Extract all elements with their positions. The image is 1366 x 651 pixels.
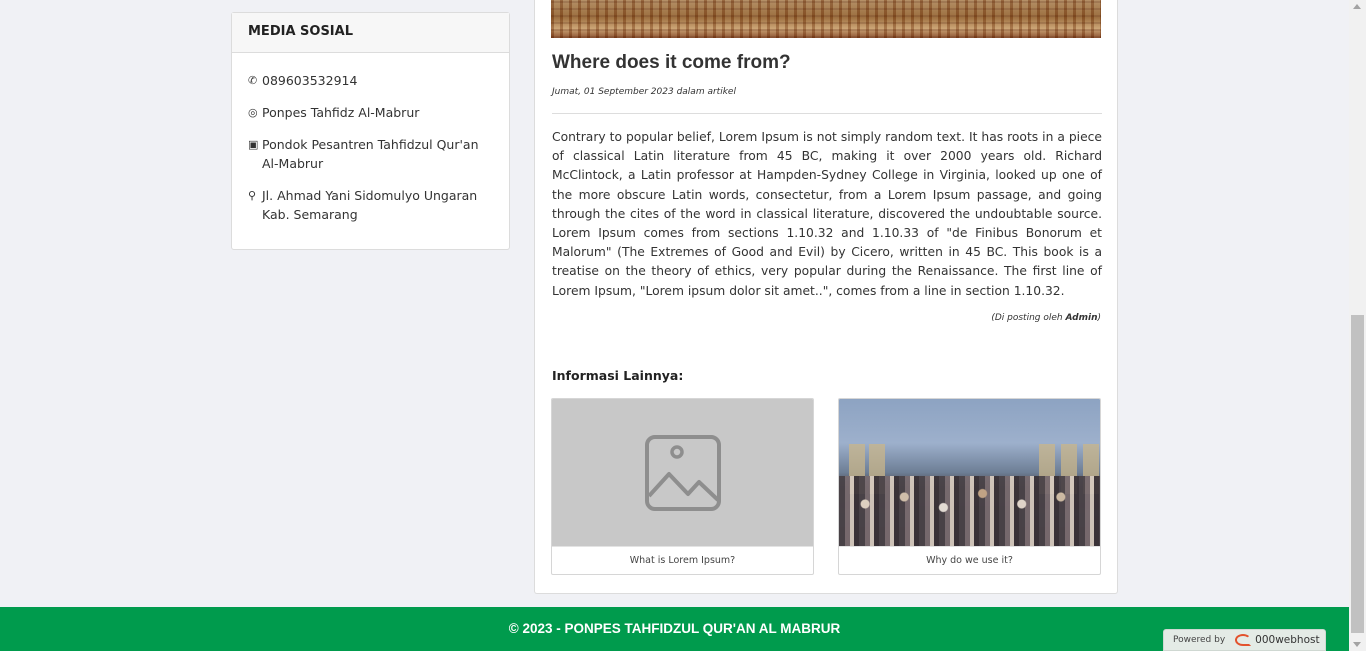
media-sosial-heading: MEDIA SOSIAL	[232, 13, 509, 53]
related-caption-2: Why do we use it?	[839, 546, 1100, 574]
webhost-logo-icon	[1235, 634, 1252, 646]
whatsapp-icon: ✆	[248, 74, 258, 87]
scrollbar-thumb[interactable]	[1351, 315, 1364, 633]
badge-prefix: Powered by	[1173, 635, 1226, 645]
facebook-label: Pondok Pesantren Tahfidzul Qur'an Al-Mab…	[262, 137, 479, 171]
whatsapp-link[interactable]: ✆ 089603532914	[248, 71, 493, 90]
instagram-link[interactable]: ◎ Ponpes Tahfidz Al-Mabrur	[248, 103, 493, 122]
article-title: Where does it come from?	[552, 52, 791, 73]
article-body: Contrary to popular belief, Lorem Ipsum …	[552, 130, 1102, 298]
related-heading: Informasi Lainnya:	[552, 368, 684, 383]
image-placeholder-icon	[552, 399, 813, 546]
article-meta: Jumat, 01 September 2023 dalam artikel	[552, 87, 736, 97]
facebook-link[interactable]: ▣ Pondok Pesantren Tahfidzul Qur'an Al-M…	[248, 135, 493, 173]
instagram-label: Ponpes Tahfidz Al-Mabrur	[262, 105, 420, 120]
map-marker-icon: ⚲	[248, 189, 257, 202]
related-caption-1: What is Lorem Ipsum?	[552, 546, 813, 574]
related-card-1[interactable]: What is Lorem Ipsum?	[551, 398, 814, 575]
powered-by-badge[interactable]: Powered by 000webhost	[1163, 629, 1326, 651]
scroll-up-arrow-icon[interactable]	[1353, 4, 1361, 9]
whatsapp-label: 089603532914	[262, 73, 358, 88]
scroll-down-arrow-icon[interactable]	[1353, 642, 1361, 647]
badge-brand: 000webhost	[1255, 634, 1320, 646]
facebook-icon: ▣	[248, 138, 259, 151]
posted-suffix: )	[1097, 313, 1101, 323]
instagram-icon: ◎	[248, 106, 258, 119]
divider	[552, 113, 1102, 114]
address-label: Jl. Ahmad Yani Sidomulyo Ungaran Kab. Se…	[262, 188, 478, 222]
related-photo	[839, 399, 1100, 546]
article-hero-image	[551, 0, 1101, 38]
related-card-2[interactable]: Why do we use it?	[838, 398, 1101, 575]
author-name: Admin	[1065, 313, 1098, 323]
site-footer: © 2023 - PONPES TAHFIDZUL QUR'AN AL MABR…	[0, 607, 1349, 651]
posted-prefix: (Di posting oleh	[991, 313, 1066, 323]
address-item: ⚲ Jl. Ahmad Yani Sidomulyo Ungaran Kab. …	[248, 186, 493, 224]
media-sosial-card: MEDIA SOSIAL ✆ 089603532914 ◎ Ponpes Tah…	[231, 12, 510, 250]
article-card: Where does it come from? Jumat, 01 Septe…	[534, 0, 1118, 594]
article-author-line: (Di posting oleh Admin)	[991, 313, 1101, 323]
vertical-scrollbar[interactable]	[1349, 0, 1366, 651]
